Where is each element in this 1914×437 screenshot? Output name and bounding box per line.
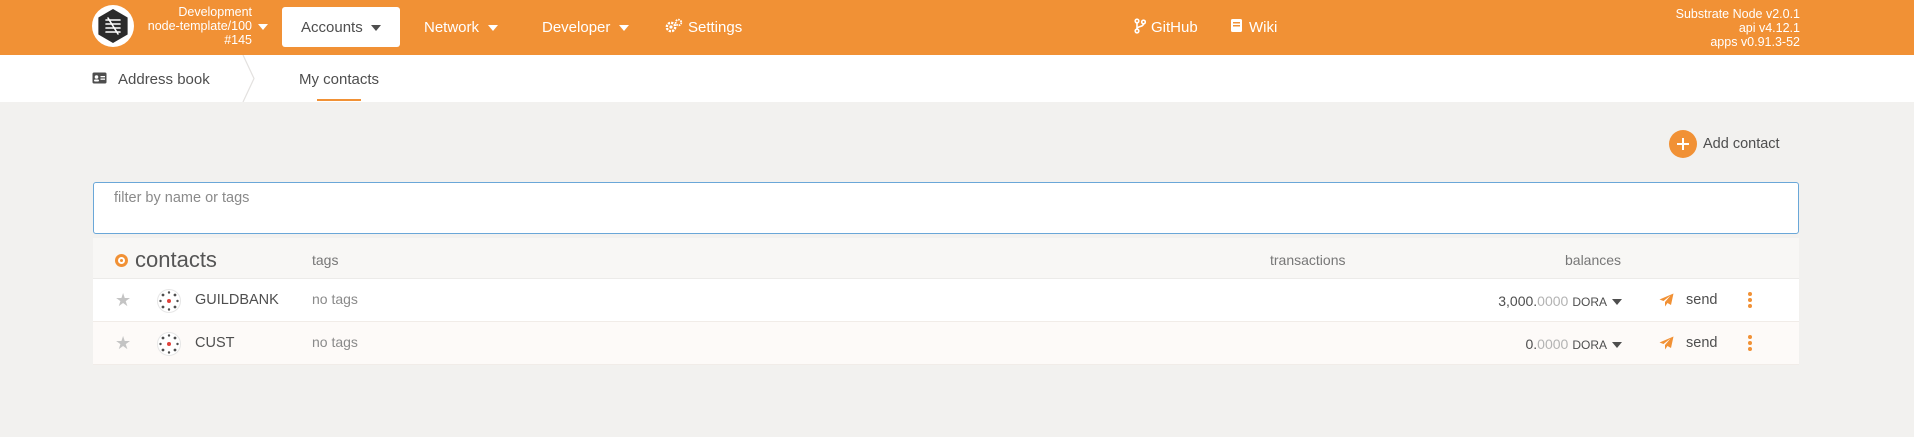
balance-unit: DORA — [1572, 295, 1607, 309]
nav-developer-label: Developer — [542, 19, 611, 36]
substrate-logo-icon[interactable] — [92, 5, 134, 47]
identicon-avatar[interactable] — [157, 289, 181, 313]
filter-input[interactable] — [93, 182, 1799, 234]
code-branch-icon — [1134, 18, 1146, 34]
api-version: api v4.12.1 — [1738, 21, 1800, 35]
address-card-icon — [92, 72, 107, 84]
plus-icon — [1669, 130, 1697, 158]
column-transactions: transactions — [1270, 252, 1346, 268]
more-options-icon[interactable] — [1748, 335, 1752, 351]
nav-github-label: GitHub — [1151, 19, 1198, 36]
more-options-icon[interactable] — [1748, 292, 1752, 308]
apps-version: apps v0.91.3-52 — [1710, 35, 1800, 49]
breadcrumb-separator — [242, 55, 255, 102]
nav-settings[interactable]: Settings — [688, 19, 742, 36]
table-row: ★ GUILDBANK no tags 3,000.0000 DORA send — [93, 279, 1799, 322]
contact-name: CUST — [195, 335, 235, 351]
table-title: contacts — [135, 247, 217, 272]
contacts-table: contacts tags transactions balances ★ GU… — [93, 238, 1799, 365]
tab-my-contacts[interactable]: My contacts — [299, 71, 379, 88]
sub-nav: Address book My contacts — [0, 55, 1914, 102]
cogs-icon — [665, 18, 683, 33]
paper-plane-icon — [1659, 336, 1674, 350]
nav-developer[interactable]: Developer — [542, 19, 630, 36]
contacts-dot-icon — [115, 254, 128, 267]
nav-github[interactable]: GitHub — [1151, 19, 1198, 36]
nav-settings-label: Settings — [688, 19, 743, 36]
chevron-down-icon[interactable] — [1612, 299, 1622, 305]
node-version: Substrate Node v2.0.1 — [1675, 7, 1800, 21]
nav-accounts-label: Accounts — [301, 19, 363, 36]
nav-accounts[interactable]: Accounts — [282, 7, 400, 47]
balance-integer: 3,000. — [1498, 293, 1538, 309]
balance-decimals: 0000 — [1537, 336, 1569, 352]
nav-network-label: Network — [424, 19, 480, 36]
contact-tags: no tags — [312, 334, 358, 350]
top-bar: Development node-template/100 #145 Accou… — [0, 0, 1914, 55]
chevron-down-icon — [619, 25, 630, 32]
star-icon[interactable]: ★ — [115, 291, 131, 309]
nav-wiki[interactable]: Wiki — [1249, 19, 1277, 36]
chevron-down-icon[interactable] — [1612, 342, 1622, 348]
nav-wiki-label: Wiki — [1249, 19, 1278, 36]
contact-balance[interactable]: 3,000.0000 DORA — [1498, 293, 1607, 309]
balance-unit: DORA — [1572, 338, 1607, 352]
send-button[interactable]: send — [1686, 292, 1717, 308]
send-button[interactable]: send — [1686, 335, 1717, 351]
chain-selector[interactable]: Development node-template/100 #145 — [140, 5, 252, 47]
contact-name: GUILDBANK — [195, 292, 279, 308]
chevron-down-icon — [488, 25, 499, 32]
chain-name: Development — [178, 5, 252, 19]
paper-plane-icon — [1659, 293, 1674, 307]
contact-tags: no tags — [312, 291, 358, 307]
address-book-title: Address book — [118, 71, 210, 88]
column-balances: balances — [1565, 252, 1622, 268]
chevron-down-icon[interactable] — [258, 24, 268, 30]
add-contact-label: Add contact — [1703, 136, 1780, 152]
table-row: ★ CUST no tags 0.0000 DORA send — [93, 322, 1799, 365]
chain-node: node-template/100 — [147, 19, 252, 33]
contact-balance[interactable]: 0.0000 DORA — [1525, 336, 1607, 352]
identicon-avatar[interactable] — [157, 332, 181, 356]
chain-block: #145 — [224, 33, 252, 47]
nav-network[interactable]: Network — [424, 19, 499, 36]
book-icon — [1231, 19, 1242, 32]
chevron-down-icon — [371, 25, 381, 31]
column-tags: tags — [312, 252, 339, 268]
star-icon[interactable]: ★ — [115, 334, 131, 352]
table-header: contacts tags transactions balances — [93, 238, 1799, 279]
balance-decimals: 0000 — [1537, 293, 1569, 309]
active-tab-indicator — [317, 99, 361, 101]
balance-integer: 0. — [1525, 336, 1538, 352]
version-info: Substrate Node v2.0.1 api v4.12.1 apps v… — [1676, 7, 1800, 49]
